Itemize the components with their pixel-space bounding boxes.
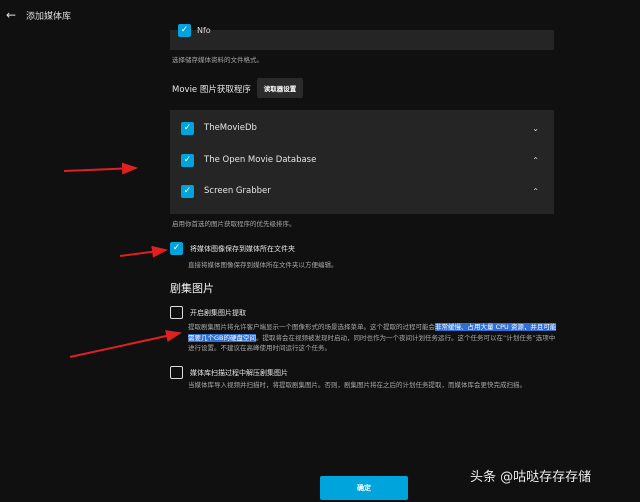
extract-during-scan-label: 媒体库扫描过程中解压剧集图片: [190, 368, 288, 377]
page-title: 添加媒体库: [26, 11, 72, 22]
format-option-label: Nfo: [197, 26, 211, 35]
format-hint: 选择储存媒体资料的文件格式。: [172, 56, 263, 64]
enable-extraction-option[interactable]: 开启剧集图片提取: [170, 306, 246, 319]
save-images-hint: 直接将媒体图像保存到媒体所在文件夹以方便编辑。: [188, 261, 338, 269]
arrow-left-icon[interactable]: ←: [4, 8, 18, 22]
checkbox-checked-icon[interactable]: ✓: [181, 153, 194, 167]
enable-extraction-label: 开启剧集图片提取: [190, 308, 246, 317]
checkbox-checked-icon[interactable]: ✓: [178, 24, 191, 37]
checkbox-unchecked-icon[interactable]: [170, 306, 183, 319]
episode-images-heading: 剧集图片: [170, 282, 214, 295]
checkbox-checked-icon[interactable]: ✓: [181, 184, 194, 198]
fetcher-label: Screen Grabber: [204, 186, 271, 196]
checkbox-checked-icon[interactable]: ✓: [181, 121, 194, 135]
chevron-up-icon[interactable]: ⌃: [532, 183, 539, 199]
checkbox-checked-icon[interactable]: ✓: [170, 242, 183, 255]
image-fetchers-hint: 启用你首选的图片获取程序的优先级排序。: [172, 220, 296, 228]
description-text: 提取剧集图片将允许客户端显示一个图像形式的场景选择菜单。这个提取的过程可能会: [188, 323, 435, 331]
chevron-up-icon[interactable]: ⌃: [532, 152, 539, 168]
image-fetchers-label: Movie 图片获取程序: [172, 85, 251, 95]
fetcher-label: TheMovieDb: [204, 123, 257, 133]
format-option-nfo[interactable]: ✓ Nfo: [178, 24, 211, 37]
save-images-label: 将媒体图像保存到媒体所在文件夹: [190, 244, 295, 253]
chevron-down-icon[interactable]: ⌄: [532, 120, 539, 136]
fetcher-row-themoviedb[interactable]: ✓ TheMovieDb ⌄: [181, 120, 543, 136]
fetcher-row-screen-grabber[interactable]: ✓ Screen Grabber ⌃: [181, 183, 543, 199]
fetcher-row-omdb[interactable]: ✓ The Open Movie Database ⌃: [181, 152, 543, 168]
watermark: 头条 @咕哒存存存储: [470, 470, 592, 485]
top-bar: ← 添加媒体库: [0, 0, 640, 30]
extract-during-scan-option[interactable]: 媒体库扫描过程中解压剧集图片: [170, 366, 288, 379]
checkbox-unchecked-icon[interactable]: [170, 366, 183, 379]
fetcher-settings-button[interactable]: 读取器设置: [257, 78, 303, 98]
ok-button[interactable]: 确定: [320, 476, 408, 500]
image-fetchers-panel: ✓ TheMovieDb ⌄ ✓ The Open Movie Database…: [170, 110, 554, 214]
extract-during-scan-description: 当媒体库导入视频并扫描时，将提取剧集图片。否则，剧集图片将在之后的计划任务提取，…: [188, 381, 526, 389]
metadata-format-panel: ✓ Nfo: [170, 24, 554, 50]
enable-extraction-description: 提取剧集图片将允许客户端显示一个图像形式的场景选择菜单。这个提取的过程可能会非常…: [188, 322, 560, 354]
fetcher-label: The Open Movie Database: [204, 155, 317, 165]
save-images-option[interactable]: ✓ 将媒体图像保存到媒体所在文件夹: [170, 242, 295, 255]
dialog-content: ✓ Nfo 选择储存媒体资料的文件格式。 Movie 图片获取程序 读取器设置 …: [0, 24, 640, 502]
